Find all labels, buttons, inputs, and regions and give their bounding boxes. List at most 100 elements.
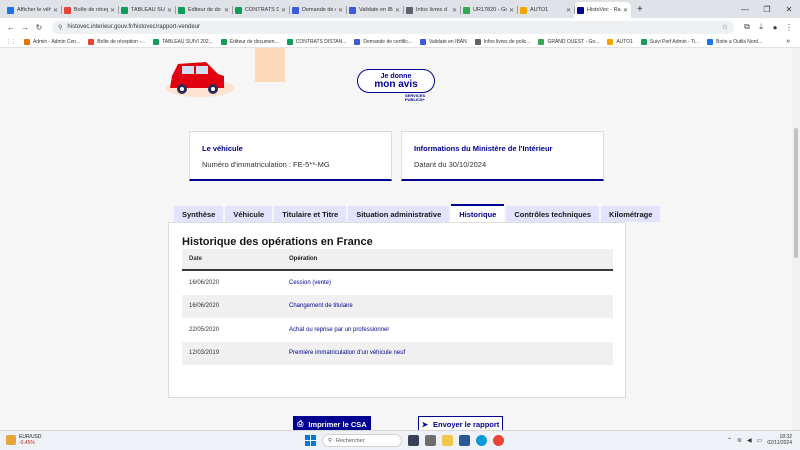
profile-icon[interactable]: ● <box>768 23 782 32</box>
file-explorer-icon[interactable] <box>442 435 453 446</box>
battery-icon[interactable]: ▭ <box>757 437 763 444</box>
wifi-icon[interactable]: ≋ <box>737 437 742 444</box>
browser-tab[interactable]: Boîte de récep ✕ <box>61 2 118 18</box>
close-icon[interactable]: ✕ <box>452 7 457 14</box>
close-icon[interactable]: ✕ <box>53 7 58 14</box>
apps-icon[interactable]: ⋮⋮ <box>6 39 16 45</box>
bookmark-favicon-icon <box>153 38 160 45</box>
tab-favicon-icon <box>463 6 470 14</box>
forward-icon[interactable]: → <box>18 23 32 32</box>
bookmark-label: Infos livres de polic... <box>483 38 531 45</box>
browser-tab[interactable]: Infos livres d ✕ <box>403 2 460 18</box>
browser-tab[interactable]: AUTO1 ✕ <box>517 2 574 18</box>
browser-tab-title: TABLEAU SUIVI <box>131 7 165 13</box>
browser-tab[interactable]: Validate en IBA ✕ <box>346 2 403 18</box>
browser-tab[interactable]: HistoVec - Ra ✕ <box>574 2 631 18</box>
mail-icon[interactable] <box>459 435 470 446</box>
bookmark-item[interactable]: Éditeur de documen... <box>220 38 279 45</box>
table-header-row: Date Opération <box>182 249 613 271</box>
browser-tab[interactable]: Demande de c ✕ <box>289 2 346 18</box>
bookmark-item[interactable]: Boite a Outils Nord... <box>707 38 762 45</box>
back-icon[interactable]: ← <box>4 23 18 32</box>
browser-tab-title: HistoVec - Ra <box>587 7 621 13</box>
bookmark-item[interactable]: CONTRATS DISTAN... <box>286 38 347 45</box>
market-widget-icon <box>6 435 16 445</box>
more-bookmarks-icon[interactable]: » <box>786 38 790 45</box>
send-report-button[interactable]: ➤ Envoyer le rapport <box>418 416 503 430</box>
bookmark-label: CONTRATS DISTAN... <box>295 38 347 45</box>
tab-titulaire-et-titre[interactable]: Titulaire et Titre <box>274 206 347 222</box>
bookmark-item[interactable]: Validate en IBAN <box>420 38 467 45</box>
market-widget[interactable]: EUR/USD -0.45% <box>6 434 42 446</box>
close-icon[interactable]: ✕ <box>509 7 514 14</box>
close-icon[interactable]: ✕ <box>167 7 172 14</box>
tab-controles-techniques[interactable]: Contrôles techniques <box>506 206 600 222</box>
close-icon[interactable]: ✕ <box>338 7 343 14</box>
bookmark-item[interactable]: Suivi Perf Admin - Ti... <box>640 38 699 45</box>
bookmark-item[interactable]: Demande de certific... <box>354 38 412 45</box>
browser-tab-strip: Afficher le véh ✕ Boîte de récep ✕ TABLEAU S… <box>0 0 800 18</box>
extensions-icon[interactable]: ⧉ <box>740 22 754 32</box>
new-tab-icon[interactable]: + <box>637 2 643 18</box>
tab-vehicule[interactable]: Véhicule <box>225 206 273 222</box>
tab-historique[interactable]: Historique <box>451 204 505 222</box>
bookmark-label: GRAND OUEST - Go... <box>547 38 600 45</box>
bookmark-item[interactable]: TABLEAU SUIVI 202... <box>153 38 213 45</box>
bookmark-item[interactable]: AUTO1 <box>607 38 633 45</box>
browser-tab[interactable]: TABLEAU SUIVI✕ <box>118 2 175 18</box>
tab-favicon-icon <box>121 6 128 14</box>
minimize-icon[interactable]: — <box>734 5 756 14</box>
page-scrollbar[interactable] <box>792 48 800 430</box>
print-csa-button[interactable]: ⎙ Imprimer le CSA <box>293 416 371 430</box>
downloads-icon[interactable]: ⤓ <box>754 22 768 32</box>
bookmark-item[interactable]: Admin - Admin Cen... <box>24 38 80 45</box>
history-title: Historique des opérations en France <box>182 236 373 248</box>
vehicle-card-title: Le véhicule <box>202 144 243 153</box>
send-report-label: Envoyer le rapport <box>433 419 500 429</box>
close-icon[interactable]: ✕ <box>395 7 400 14</box>
bookmark-item[interactable]: Infos livres de polic... <box>474 38 531 45</box>
address-bar[interactable]: ⚲ histovec.interieur.gouv.fr/histovec/ra… <box>52 20 734 34</box>
close-icon[interactable]: ✕ <box>281 7 286 14</box>
close-window-icon[interactable]: ✕ <box>778 5 800 14</box>
page-content: Je donne mon avis SERVICES PUBLICS+ Le v… <box>0 48 792 430</box>
tab-favicon-icon <box>178 6 185 14</box>
tab-synthese[interactable]: Synthèse <box>174 206 224 222</box>
close-icon[interactable]: ✕ <box>110 7 115 14</box>
scrollbar-thumb[interactable] <box>794 128 798 258</box>
close-icon[interactable]: ✕ <box>224 7 229 14</box>
taskbar-clock[interactable]: 18:32 02/11/2024 <box>767 434 792 446</box>
tab-favicon-icon <box>349 6 356 14</box>
bookmark-favicon-icon <box>220 38 227 45</box>
give-feedback-button[interactable]: Je donne mon avis <box>357 69 435 93</box>
bookmark-item[interactable]: Boîte de réception -... <box>88 38 145 45</box>
bookmark-favicon-icon <box>420 38 427 45</box>
site-info-icon[interactable]: ⚲ <box>58 24 62 31</box>
browser-tab[interactable]: Éditeur de do ✕ <box>175 2 232 18</box>
close-icon[interactable]: ✕ <box>623 7 628 14</box>
windows-start-icon[interactable] <box>305 435 316 446</box>
volume-icon[interactable]: ◀ <box>747 437 752 444</box>
bookmark-favicon-icon <box>640 38 647 45</box>
close-icon[interactable]: ✕ <box>566 7 571 14</box>
table-row: 12/03/2019 Première immatriculation d'un … <box>182 341 613 365</box>
menu-icon[interactable]: ⋮ <box>782 23 796 32</box>
services-publics-logo-line2: PUBLICS+ <box>405 97 425 102</box>
tab-situation-administrative[interactable]: Situation administrative <box>348 206 450 222</box>
tab-kilometrage[interactable]: Kilométrage <box>601 206 661 222</box>
reload-icon[interactable]: ↻ <box>32 23 46 32</box>
maximize-icon[interactable]: ❐ <box>756 5 778 14</box>
taskbar-search-input[interactable]: ⚲ Rechercher <box>322 434 402 447</box>
browser-tab-title: Demande de c <box>302 7 336 13</box>
browser-tab[interactable]: UR17820 - Go ✕ <box>460 2 517 18</box>
browser-tab[interactable]: CONTRATS D' ✕ <box>232 2 289 18</box>
chrome-icon[interactable] <box>493 435 504 446</box>
skype-icon[interactable] <box>476 435 487 446</box>
browser-tab[interactable]: Afficher le véh ✕ <box>4 2 61 18</box>
bookmark-star-icon[interactable]: ☆ <box>722 23 728 31</box>
windows-taskbar: EUR/USD -0.45% ⚲ Rechercher ⌃ ≋ ◀ ▭ 18:3… <box>0 430 800 450</box>
widgets-icon[interactable] <box>425 435 436 446</box>
tray-chevron-icon[interactable]: ⌃ <box>727 437 732 444</box>
task-view-icon[interactable] <box>408 435 419 446</box>
bookmark-item[interactable]: GRAND OUEST - Go... <box>538 38 600 45</box>
